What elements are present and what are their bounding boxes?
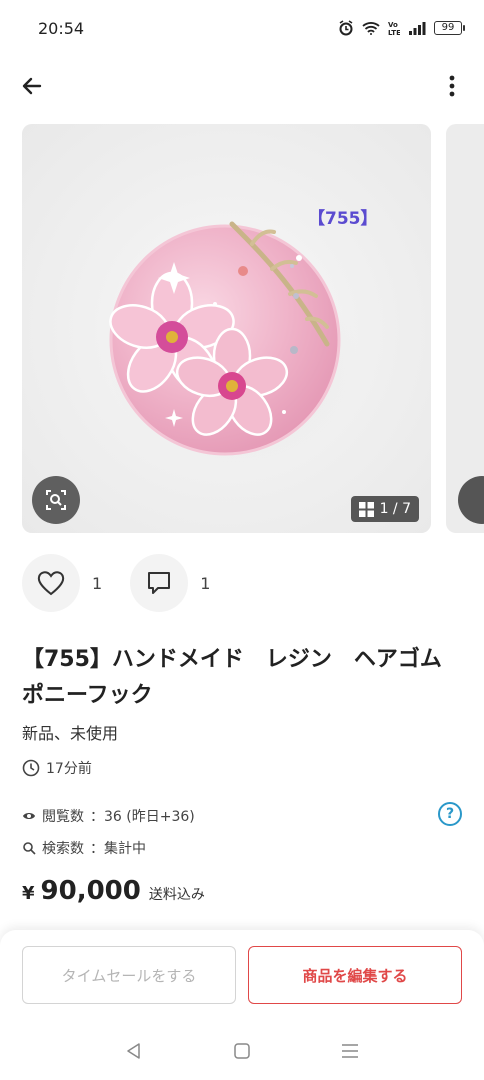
back-button[interactable] [14, 68, 50, 104]
status-bar: 20:54 Vo LTE 99 [0, 0, 484, 56]
posted-time: 17分前 [46, 761, 92, 777]
back-arrow-icon [22, 77, 42, 95]
time-sale-button[interactable]: タイムセールをする [22, 946, 236, 1004]
eye-icon [23, 813, 35, 819]
zoom-search-icon [46, 490, 66, 510]
posted-time-row: 17分前 [22, 758, 92, 778]
grid-icon [358, 501, 374, 517]
svg-text:LTE: LTE [388, 29, 400, 36]
price-amount: 90,000 [40, 876, 141, 906]
signal-icon [409, 22, 426, 35]
comment-count: 1 [200, 573, 211, 593]
item-title: 【755】ハンドメイド レジン ヘアゴム ポニーフック [22, 647, 464, 708]
edit-item-button[interactable]: 商品を編集する [248, 946, 462, 1004]
help-icon[interactable]: ? [438, 802, 462, 826]
status-icons: Vo LTE 99 [338, 20, 465, 36]
volte-icon: VoLTE [388, 21, 400, 36]
app-bar [0, 56, 484, 116]
item-condition: 新品、未使用 [22, 724, 119, 743]
search-count-label: 検索数 [42, 841, 84, 857]
nav-back-icon [127, 1043, 140, 1059]
system-nav-bar [0, 1026, 484, 1076]
next-photo-preview[interactable] [446, 124, 484, 533]
views-row: 閲覧数 ：36 (昨日+36) [22, 804, 462, 828]
heart-icon [37, 571, 65, 596]
resin-ornament-image [22, 124, 431, 533]
search-count-value: ：集計中 [90, 841, 146, 857]
wifi-icon [362, 22, 380, 35]
views-label: 閲覧数 [42, 809, 84, 825]
search-icon [23, 842, 36, 855]
photo-tag-text: 【755】 [308, 209, 378, 229]
currency-symbol: ¥ [22, 883, 35, 904]
status-time: 20:54 [38, 18, 85, 38]
photo-counter-text: 1 / 7 [379, 501, 411, 517]
alarm-icon [339, 20, 353, 36]
clock-icon [22, 759, 40, 777]
next-photo-zoom-icon [458, 476, 484, 524]
like-count: 1 [92, 573, 103, 593]
action-row: 1 1 [22, 554, 238, 612]
more-options-button[interactable] [434, 68, 470, 104]
photo-counter[interactable]: 1 / 7 [350, 496, 419, 522]
nav-back-button[interactable] [114, 1031, 154, 1071]
nav-recents-button[interactable] [330, 1031, 370, 1071]
views-value: ：36 (昨日+36) [90, 809, 195, 825]
shipping-label: 送料込み [148, 887, 205, 903]
more-vertical-icon [449, 75, 455, 97]
battery-icon: 99 [434, 21, 465, 35]
price-row: ¥ 90,000 送料込み [22, 876, 205, 906]
like-button[interactable] [22, 554, 80, 612]
zoom-button[interactable] [32, 476, 80, 524]
product-photo[interactable]: 【755】 1 / 7 [22, 124, 431, 533]
stats-block: 閲覧数 ：36 (昨日+36) 検索数 ：集計中 ? [22, 802, 462, 868]
photo-gallery[interactable]: 【755】 1 / 7 [0, 124, 484, 534]
nav-menu-icon [342, 1044, 358, 1058]
comment-button[interactable] [130, 554, 189, 612]
comment-icon [148, 572, 171, 594]
search-count-row: 検索数 ：集計中 [22, 836, 462, 860]
nav-home-icon [234, 1043, 250, 1059]
svg-text:Vo: Vo [388, 21, 398, 29]
nav-home-button[interactable] [222, 1031, 262, 1071]
